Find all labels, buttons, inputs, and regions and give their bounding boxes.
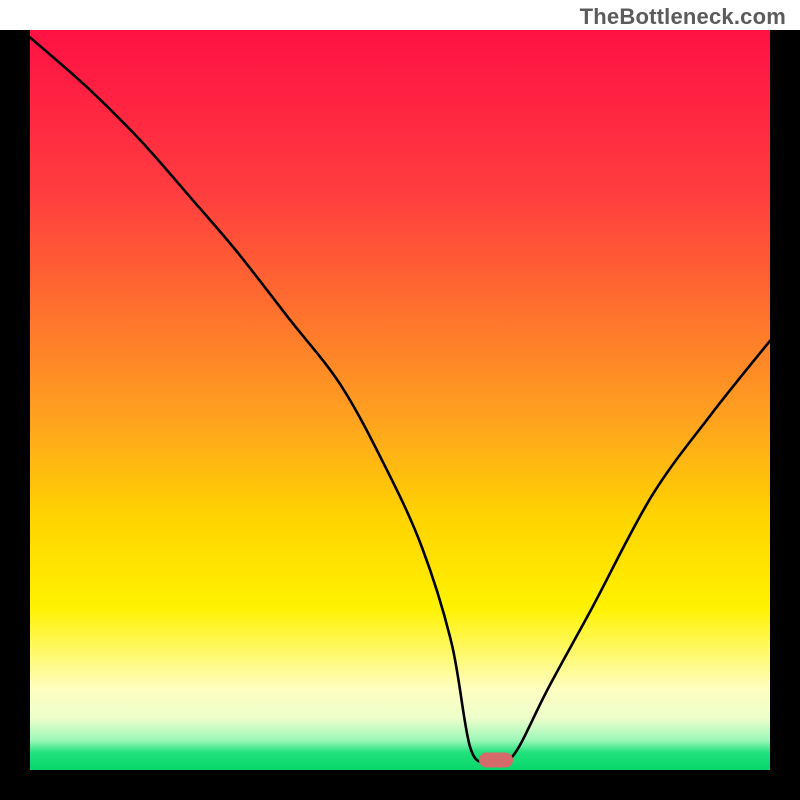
bottleneck-curve <box>30 30 770 770</box>
plot-area <box>30 30 770 770</box>
sweet-spot-marker <box>479 752 513 767</box>
chart-container: TheBottleneck.com <box>0 0 800 800</box>
black-frame <box>0 30 800 800</box>
watermark-text: TheBottleneck.com <box>580 4 786 30</box>
